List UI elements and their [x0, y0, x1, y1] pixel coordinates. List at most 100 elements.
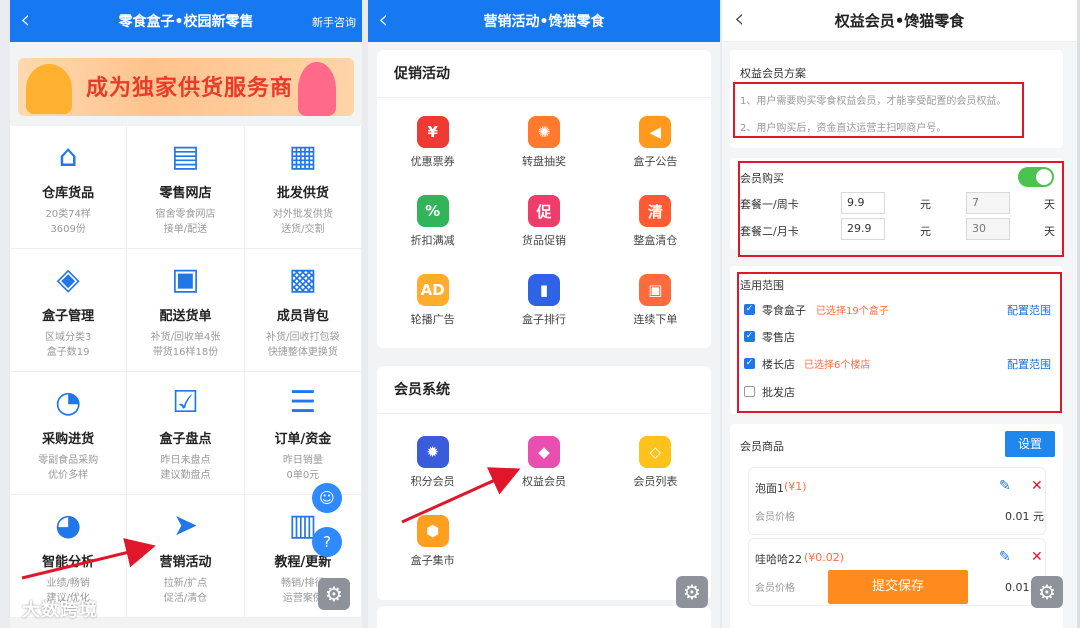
menu-item-diamond[interactable]: ◇ 会员列表: [600, 422, 711, 501]
menu-item-hexagons[interactable]: ⬢ 盒子集市: [377, 501, 488, 580]
feature-subtext-line2: 盒子数19: [46, 347, 90, 358]
feature-purchase[interactable]: ◔ 采购进货零副食品采购 优价多样: [10, 372, 128, 495]
feature-subtext: 昨日销量 0单0元: [245, 453, 361, 483]
feature-backpack[interactable]: ▩ 成员背包 补货/回收打包袋 快捷整体更换货: [244, 249, 362, 372]
megaphone-icon: ◀: [639, 116, 672, 148]
feature-send[interactable]: ➤ 营销活动 拉新/扩点 促活/清仓: [127, 495, 245, 618]
clearance-icon: 清: [639, 195, 672, 227]
submit-button[interactable]: 提交保存: [828, 570, 968, 604]
feature-inventory[interactable]: ☑ 盒子盘点昨日未盘点建议勤盘点: [127, 372, 245, 495]
home-panel: ‹ 零食盒子•校园新零售 新手咨询 成为独家供货服务商 ⌂ 仓库货品 20类74样 3…: [10, 0, 362, 628]
feature-shop[interactable]: ▤ 零售网店 宿舍零食网店 接单/配送: [127, 126, 245, 249]
feature-subtext-line2: 0单0元: [286, 470, 320, 481]
feature-subtext-line2: 优价多样: [48, 470, 89, 481]
ad-icon: AD: [416, 274, 449, 306]
purchase-icon: ◔: [55, 384, 82, 420]
menu-item-ad[interactable]: AD 轮播广告: [377, 260, 488, 339]
feature-subtext-line2: 快捷整体更换货: [267, 347, 338, 358]
analysis-icon: ◕: [55, 507, 82, 543]
feature-subtext: 补货/回收打包袋 快捷整体更换货: [245, 330, 361, 360]
menu-item-tag[interactable]: 促货品促销: [488, 181, 599, 260]
menu-item-label: 转盘抽奖: [521, 155, 566, 168]
feature-waybill[interactable]: ▣ 配送货单 补货/回收单4张 带货16样18份: [127, 249, 245, 372]
section-title: 促销活动: [377, 50, 711, 98]
edit-icon[interactable]: ✎: [999, 478, 1011, 494]
menu-item-label: 会员列表: [633, 475, 678, 488]
menu-item-megaphone[interactable]: ◀ 盒子公告: [600, 102, 711, 181]
highlight-box: [737, 272, 1062, 413]
feature-subtext-line1: 零副食品采购: [38, 455, 99, 466]
menu-item-label: 权益会员: [521, 475, 566, 488]
feature-label: 配送货单: [159, 309, 212, 324]
menu-item-rank[interactable]: ▮ 盒子排行: [488, 260, 599, 339]
feature-subtext-line1: 业绩/畅销: [46, 578, 90, 589]
banner-figure-right: [298, 62, 336, 116]
feature-subtext: 昨日未盘点建议勤盘点: [127, 453, 243, 483]
feature-truck[interactable]: ▦ 批发供货 对外批发供货 送货/交割: [244, 126, 362, 249]
discount-icon: %: [416, 195, 449, 227]
feature-subtext-line2: 建议勤盘点: [160, 470, 211, 481]
coupon-icon: ¥: [416, 116, 449, 148]
watermark: 大数跨境: [22, 600, 98, 621]
settings-gear-icon[interactable]: ⚙: [1031, 576, 1063, 608]
delete-icon[interactable]: ✕: [1031, 478, 1043, 494]
member-section: 会员系统 ✹ 积分会员 ◆ 权益会员 ◇ 会员列表 ⬢ 盒子集市: [377, 366, 711, 600]
goods-name: 哇哈哈22: [755, 553, 802, 566]
feature-order[interactable]: ☰ 订单/资金 昨日销量 0单0元: [244, 372, 362, 495]
menu-item-coupon[interactable]: ¥ 优惠票券: [377, 102, 488, 181]
set-goods-button[interactable]: 设置: [1005, 431, 1055, 457]
menu-item-label: 盒子公告: [633, 155, 678, 168]
menu-item-gift[interactable]: ▣ 连续下单: [600, 260, 711, 339]
feature-subtext-line1: 昨日未盘点: [160, 455, 211, 466]
feature-subtext-line2: 送货/交割: [281, 224, 325, 235]
feature-warehouse[interactable]: ⌂ 仓库货品 20类74样 3609份: [10, 126, 128, 249]
feature-label: 盒子管理: [42, 309, 95, 324]
menu-item-medal[interactable]: ◆ 权益会员: [488, 422, 599, 501]
feature-subtext-line1: 区域分类3: [44, 332, 92, 343]
shop-icon: ▤: [171, 138, 200, 174]
membership-panel: ‹ 权益会员•馋猫零食 权益会员方案 1、用户需要购买零食权益会员，才能享受配置…: [722, 0, 1077, 628]
home-header: ‹ 零食盒子•校园新零售 新手咨询: [10, 0, 362, 42]
feature-label: 采购进货: [42, 432, 95, 447]
next-section: [377, 606, 711, 628]
promo-banner[interactable]: 成为独家供货服务商: [18, 58, 354, 116]
settings-gear-icon[interactable]: ⚙: [676, 576, 708, 608]
diamond-icon: ◇: [639, 436, 672, 468]
feature-label: 盒子盘点: [159, 432, 212, 447]
menu-item-wheel[interactable]: ✺ 转盘抽奖: [488, 102, 599, 181]
settings-gear-icon[interactable]: ⚙: [318, 578, 350, 610]
feature-subtext: 宿舍零食网店 接单/配送: [127, 207, 243, 237]
feature-subtext-line1: 昨日销量: [282, 455, 323, 466]
feature-subtext-line2: 促活/清仓: [163, 593, 208, 604]
feature-label: 教程/更新: [274, 555, 332, 570]
marketing-header: ‹ 营销活动•馋猫零食: [368, 0, 720, 42]
message-icon[interactable]: ?: [312, 527, 342, 557]
back-icon[interactable]: ‹: [20, 4, 30, 36]
back-icon[interactable]: ‹: [378, 4, 388, 36]
delete-icon[interactable]: ✕: [1031, 549, 1043, 565]
feature-subtext-line1: 拉新/扩点: [163, 578, 208, 589]
inventory-icon: ☑: [172, 384, 199, 420]
banner-figure-left: [26, 64, 72, 114]
edit-icon[interactable]: ✎: [999, 549, 1011, 565]
gift-icon: ▣: [639, 274, 672, 306]
menu-item-discount[interactable]: % 折扣满减: [377, 181, 488, 260]
menu-item-label: 轮播广告: [410, 313, 455, 326]
feature-subtext: 区域分类3 盒子数19: [10, 330, 126, 360]
feature-label: 仓库货品: [42, 186, 95, 201]
feature-subtext-line1: 宿舍零食网店: [155, 209, 216, 220]
menu-item-label: 盒子集市: [410, 554, 455, 567]
feature-box[interactable]: ◈ 盒子管理 区域分类3 盒子数19: [10, 249, 128, 372]
feature-subtext: 零副食品采购 优价多样: [10, 453, 126, 483]
rank-icon: ▮: [527, 274, 560, 306]
menu-item-clearance[interactable]: 清整盒清仓: [600, 181, 711, 260]
section-title: 会员系统: [377, 366, 711, 414]
order-icon: ☰: [289, 384, 317, 420]
back-icon[interactable]: ‹: [734, 4, 744, 34]
service-icon[interactable]: ☺: [312, 483, 342, 513]
feature-label: 智能分析: [42, 555, 95, 570]
feature-subtext: 拉新/扩点促活/清仓: [127, 576, 243, 606]
promo-section: 促销活动 ¥ 优惠票券 ✺ 转盘抽奖 ◀ 盒子公告 % 折扣满减促货品促销清整盒清仓 AD 轮播广…: [377, 50, 711, 348]
help-link[interactable]: 新手咨询: [312, 14, 356, 30]
menu-item-points-badge[interactable]: ✹ 积分会员: [377, 422, 488, 501]
